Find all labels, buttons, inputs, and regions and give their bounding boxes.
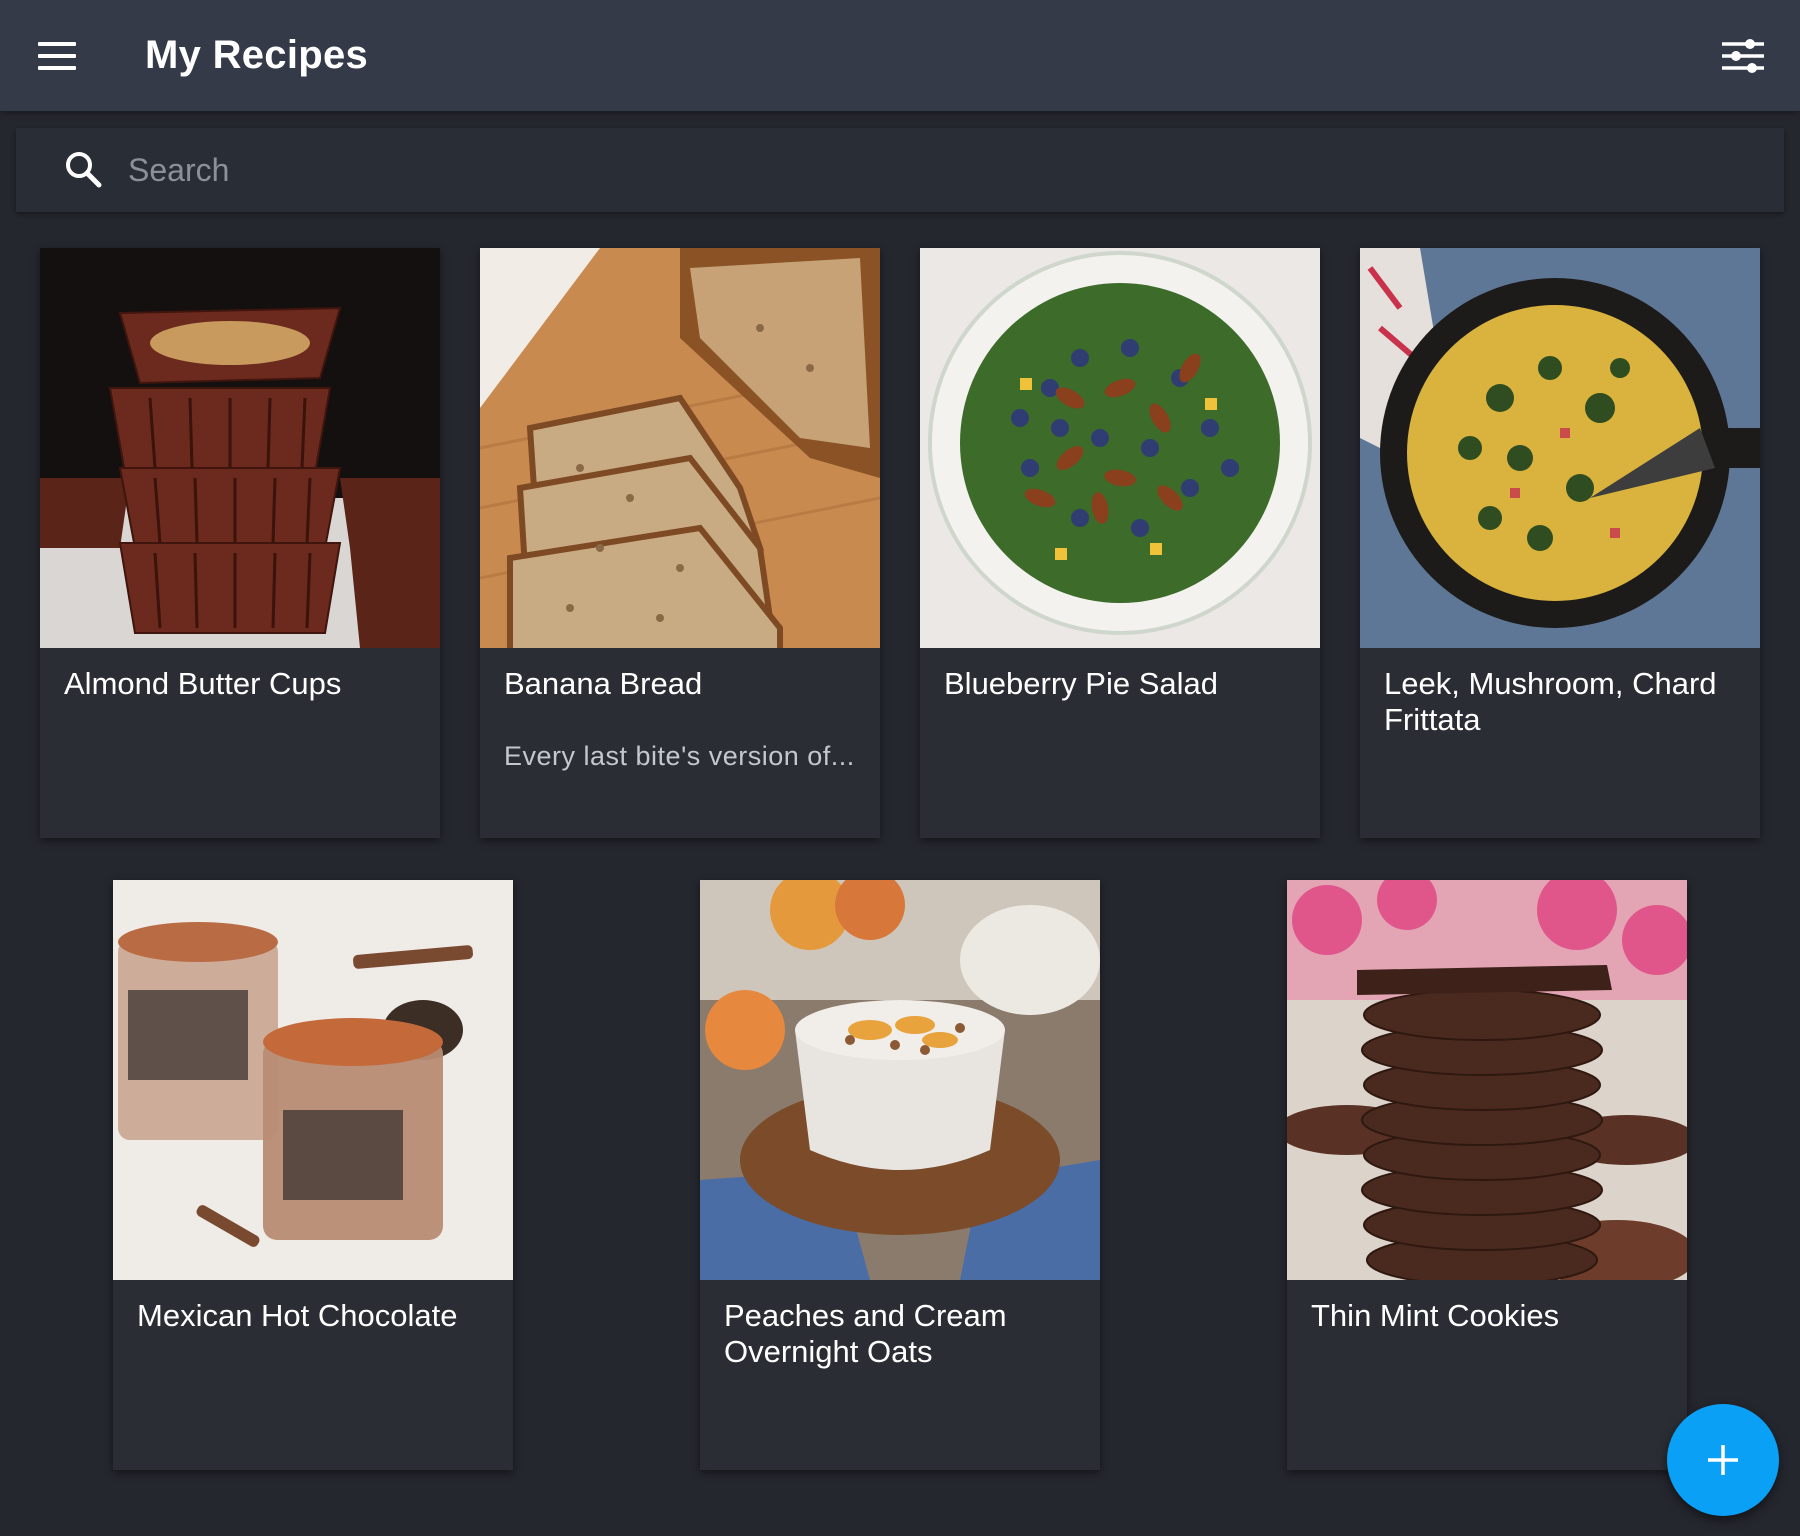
recipe-image-mexican-hot-chocolate: [113, 880, 513, 1280]
recipe-card[interactable]: Leek, Mushroom, Chard Frittata: [1360, 248, 1760, 838]
recipe-image-blueberry-pie-salad: [920, 248, 1320, 648]
recipe-card[interactable]: Mexican Hot Chocolate: [113, 880, 513, 1470]
recipe-title: Blueberry Pie Salad: [944, 666, 1218, 701]
search-input[interactable]: [126, 142, 1726, 198]
menu-icon[interactable]: [38, 42, 76, 70]
page-title: My Recipes: [145, 33, 369, 77]
search-icon[interactable]: [64, 150, 104, 190]
recipe-title: Mexican Hot Chocolate: [137, 1298, 458, 1333]
filter-sliders-icon[interactable]: [1722, 38, 1764, 74]
recipe-image-banana-bread: [480, 248, 880, 648]
recipe-description: Every last bite's version of...: [504, 741, 855, 771]
recipe-card[interactable]: Almond Butter Cups: [40, 248, 440, 838]
recipe-title: Almond Butter Cups: [64, 666, 342, 701]
recipe-title: Peaches and Cream Overnight Oats: [724, 1298, 1007, 1369]
recipe-card[interactable]: Blueberry Pie Salad: [920, 248, 1320, 838]
recipe-title: Banana Bread: [504, 666, 703, 701]
recipe-title: Thin Mint Cookies: [1311, 1298, 1560, 1333]
recipe-image-frittata: [1360, 248, 1760, 648]
search-bar: [16, 128, 1784, 212]
recipe-card[interactable]: Thin Mint Cookies: [1287, 880, 1687, 1470]
recipe-card[interactable]: Peaches and Cream Overnight Oats: [700, 880, 1100, 1470]
recipe-image-overnight-oats: [700, 880, 1100, 1280]
recipe-card[interactable]: Banana Bread Every last bite's version o…: [480, 248, 880, 838]
app-bar: My Recipes: [0, 0, 1800, 111]
add-recipe-button[interactable]: [1667, 1404, 1779, 1516]
recipe-title: Leek, Mushroom, Chard Frittata: [1384, 666, 1717, 737]
add-icon: [1707, 1444, 1739, 1476]
recipe-image-thin-mint-cookies: [1287, 880, 1687, 1280]
recipe-image-almond-butter-cups: [40, 248, 440, 648]
